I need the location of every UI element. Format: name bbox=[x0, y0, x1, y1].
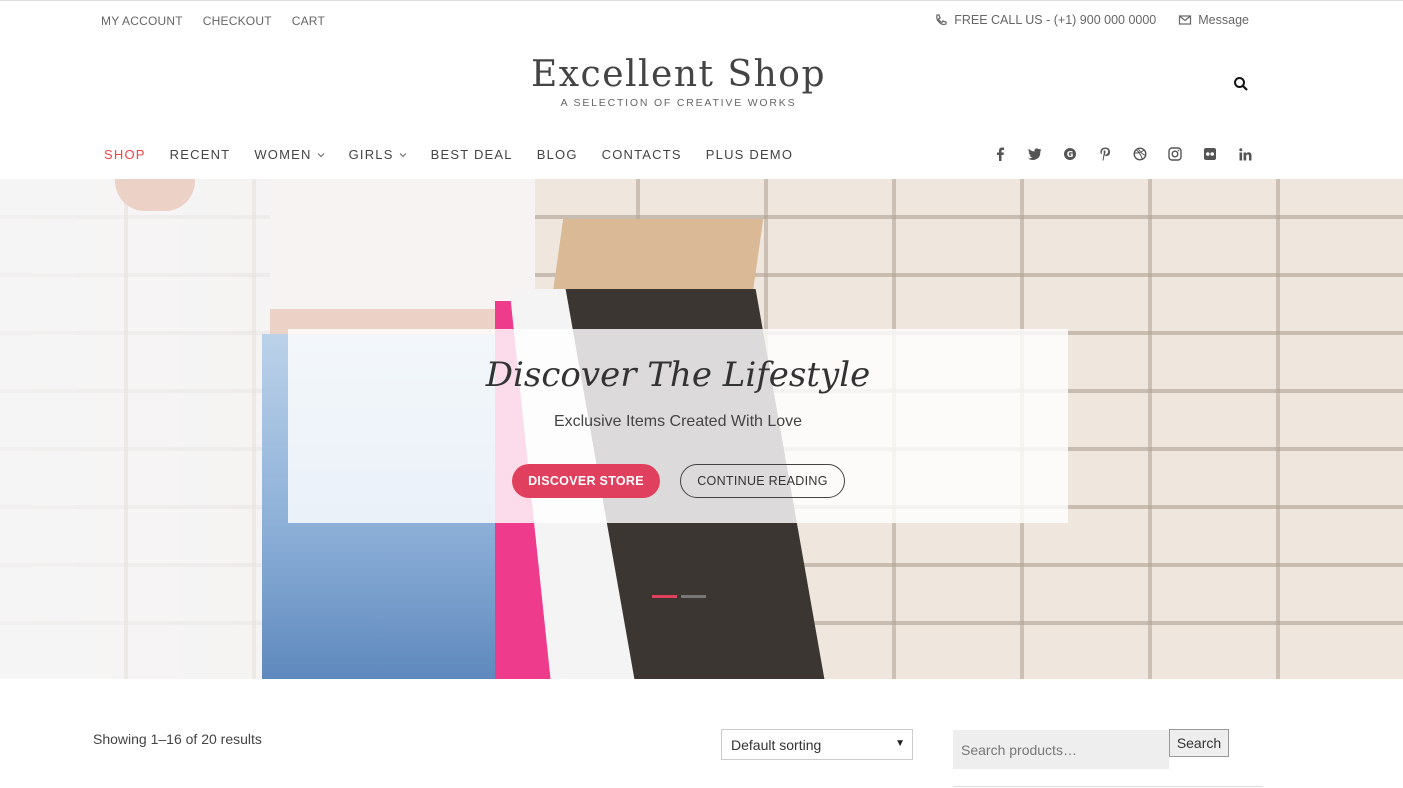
slider-dot-2[interactable] bbox=[681, 595, 706, 598]
sidebar-divider bbox=[953, 786, 1263, 787]
svg-text:G: G bbox=[1067, 150, 1074, 159]
top-bar: MY ACCOUNT CHECKOUT CART FREE CALL US - … bbox=[0, 0, 1403, 40]
result-count: Showing 1–16 of 20 results bbox=[93, 731, 262, 747]
discover-store-button[interactable]: DISCOVER STORE bbox=[512, 464, 660, 498]
cart-link[interactable]: CART bbox=[292, 14, 325, 28]
instagram-icon[interactable] bbox=[1167, 146, 1183, 162]
slider-pagination bbox=[652, 595, 706, 598]
nav-item-plus-demo[interactable]: PLUS DEMO bbox=[706, 147, 793, 162]
search-icon[interactable] bbox=[1233, 76, 1249, 92]
my-account-link[interactable]: MY ACCOUNT bbox=[101, 14, 183, 28]
hero-subtitle: Exclusive Items Created With Love bbox=[553, 413, 803, 430]
facebook-icon[interactable] bbox=[992, 146, 1008, 162]
nav-item-girls[interactable]: GIRLS bbox=[349, 147, 407, 162]
hero-wall-left bbox=[0, 179, 280, 679]
envelope-icon bbox=[1179, 15, 1192, 25]
sort-selected-value: Default sorting bbox=[731, 736, 822, 753]
pinterest-icon[interactable] bbox=[1097, 146, 1113, 162]
phone-icon bbox=[936, 14, 947, 26]
product-search-button[interactable]: Search bbox=[1169, 729, 1229, 757]
message-link[interactable]: Message bbox=[1198, 13, 1249, 27]
nav-item-shop[interactable]: SHOP bbox=[104, 147, 146, 162]
slider-dot-1[interactable] bbox=[652, 595, 677, 598]
chevron-down-icon bbox=[399, 152, 406, 157]
checkout-link[interactable]: CHECKOUT bbox=[203, 14, 272, 28]
site-tagline: A SELECTION OF CREATIVE WORKS bbox=[560, 97, 797, 109]
google-plus-icon[interactable]: G bbox=[1062, 146, 1078, 162]
contact-info: FREE CALL US - (+1) 900 000 0000 Message bbox=[934, 13, 1249, 27]
site-title[interactable]: Excellent Shop bbox=[0, 54, 1357, 95]
nav-item-blog[interactable]: BLOG bbox=[537, 147, 578, 162]
sort-select[interactable]: Default sorting ▼ bbox=[721, 729, 913, 760]
dropdown-arrow-icon: ▼ bbox=[895, 738, 905, 749]
social-links: G bbox=[992, 146, 1253, 162]
site-branding: Excellent Shop A SELECTION OF CREATIVE W… bbox=[0, 54, 1357, 109]
nav-item-best-deal[interactable]: BEST DEAL bbox=[431, 147, 513, 162]
hero-title: Discover The Lifestyle bbox=[485, 355, 871, 395]
continue-reading-button[interactable]: CONTINUE READING bbox=[680, 464, 845, 498]
nav-item-contacts[interactable]: CONTACTS bbox=[602, 147, 682, 162]
chevron-down-icon bbox=[317, 152, 324, 157]
flickr-icon[interactable] bbox=[1202, 146, 1218, 162]
phone-label: FREE CALL US - (+1) 900 000 0000 bbox=[954, 13, 1157, 27]
product-search-input[interactable]: Search products… bbox=[953, 730, 1169, 769]
main-navigation: SHOP RECENT WOMEN GIRLS BEST DEAL BLOG C… bbox=[104, 147, 817, 162]
twitter-icon[interactable] bbox=[1027, 146, 1043, 162]
hero-slider: Discover The Lifestyle Exclusive Items C… bbox=[0, 179, 1403, 679]
linkedin-icon[interactable] bbox=[1237, 146, 1253, 162]
account-links: MY ACCOUNT CHECKOUT CART bbox=[101, 14, 325, 28]
dribbble-icon[interactable] bbox=[1132, 146, 1148, 162]
nav-item-recent[interactable]: RECENT bbox=[170, 147, 231, 162]
nav-item-women[interactable]: WOMEN bbox=[254, 147, 324, 162]
